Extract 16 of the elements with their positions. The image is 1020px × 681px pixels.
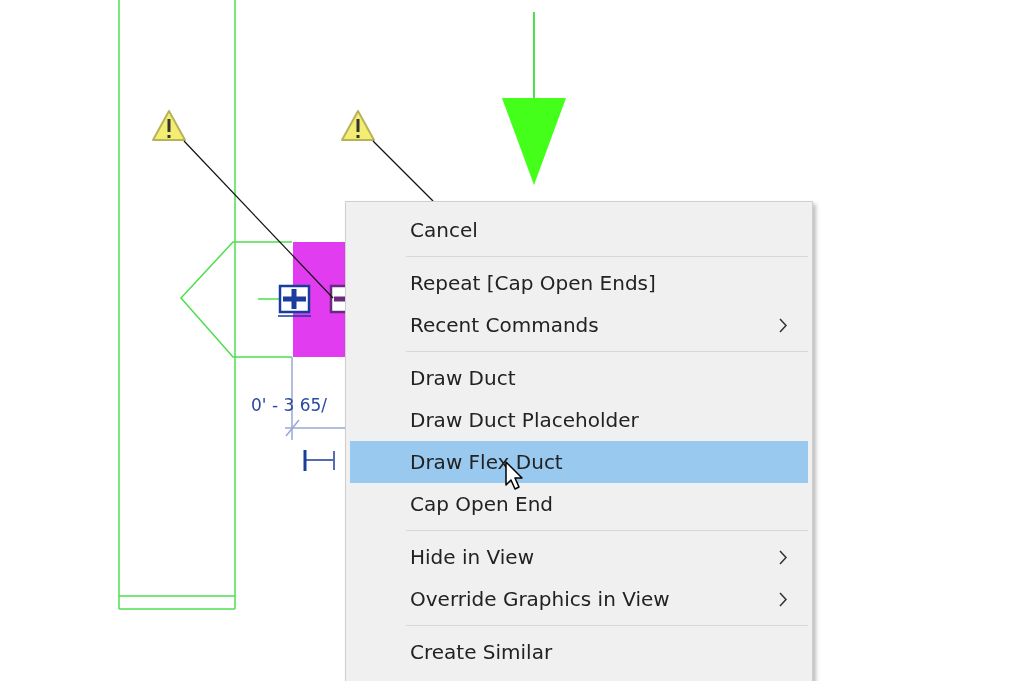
menu-item[interactable]: Cap Open End	[350, 483, 808, 525]
warning-icon[interactable]	[341, 110, 375, 141]
menu-item[interactable]: Draw Duct	[350, 357, 808, 399]
menu-item[interactable]: Draw Duct Placeholder	[350, 399, 808, 441]
menu-item[interactable]: Cancel	[350, 209, 808, 251]
menu-item[interactable]: Draw Flex Duct	[350, 441, 808, 483]
connector-icon[interactable]	[277, 284, 312, 317]
leader-line	[372, 140, 434, 202]
warning-icon[interactable]	[152, 110, 186, 141]
menu-item[interactable]: Repeat [Cap Open Ends]	[350, 262, 808, 304]
menu-item[interactable]: Create Similar	[350, 631, 808, 673]
menu-item[interactable]: Override Graphics in View	[350, 578, 808, 620]
menu-item[interactable]: Hide in View	[350, 536, 808, 578]
dimension-text[interactable]: 0' - 3 65/	[251, 395, 327, 415]
dimension-icon[interactable]	[303, 450, 335, 471]
menu-item[interactable]: Recent Commands	[350, 304, 808, 346]
